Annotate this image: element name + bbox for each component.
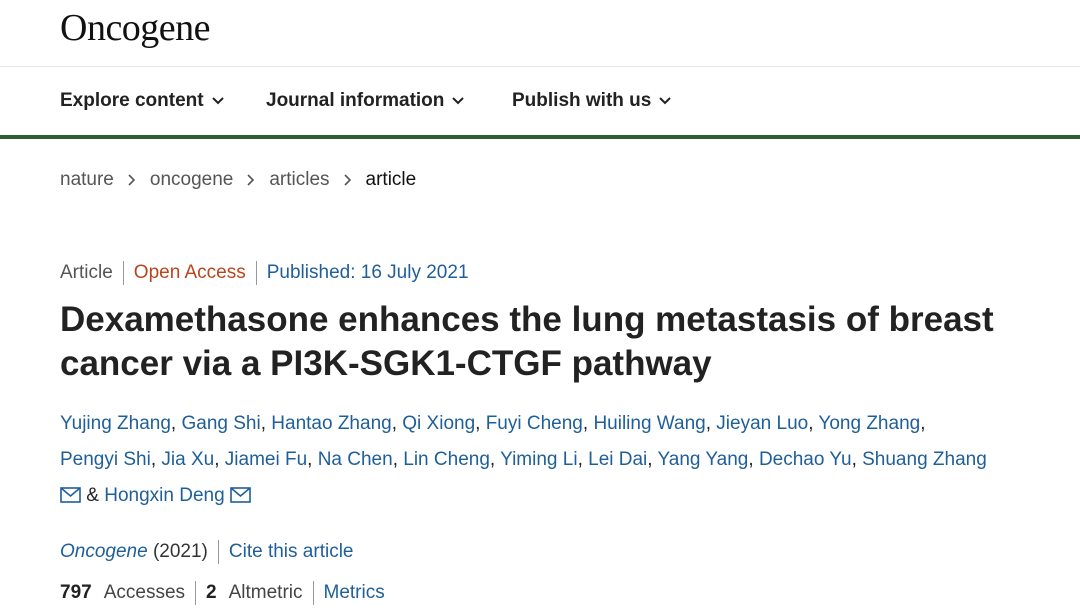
chevron-right-icon: [343, 174, 352, 186]
published-date[interactable]: Published: 16 July 2021: [267, 262, 469, 284]
chevron-down-icon: [659, 97, 672, 105]
divider: [312, 581, 314, 605]
author-link[interactable]: Jiamei Fu: [225, 449, 307, 470]
author-ampersand: &: [86, 485, 99, 506]
author-link[interactable]: Lei Dai: [588, 449, 647, 470]
author-link[interactable]: Shuang Zhang: [862, 449, 987, 470]
article-type: Article: [60, 262, 113, 283]
cite-this-article-link[interactable]: Cite this article: [229, 541, 354, 563]
author-link[interactable]: Hantao Zhang: [271, 413, 391, 434]
author-link[interactable]: Gang Shi: [181, 413, 260, 434]
main-nav: Explore content Journal information Publ…: [0, 67, 1080, 139]
author-link[interactable]: Yong Zhang: [818, 413, 920, 434]
breadcrumb-oncogene[interactable]: oncogene: [150, 169, 233, 191]
nav-journal-information[interactable]: Journal information: [266, 90, 465, 112]
author-link[interactable]: Jieyan Luo: [716, 413, 808, 434]
author-list: Yujing Zhang, Gang Shi, Hantao Zhang, Qi…: [60, 413, 987, 506]
author-link[interactable]: Hongxin Deng: [104, 485, 224, 506]
author-link[interactable]: Yujing Zhang: [60, 413, 171, 434]
chevron-down-icon: [452, 97, 465, 105]
nav-label: Publish with us: [512, 90, 652, 111]
email-icon[interactable]: [230, 487, 251, 503]
chevron-right-icon: [247, 174, 255, 186]
journal-logo[interactable]: Oncogene: [60, 6, 211, 50]
site-header: Oncogene: [0, 0, 1080, 67]
email-icon[interactable]: [60, 487, 81, 503]
author-link[interactable]: Fuyi Cheng: [486, 413, 583, 434]
divider: [217, 540, 219, 564]
title-line-2: cancer via a PI3K-SGK1-CTGF pathway: [60, 344, 712, 383]
breadcrumb-current: article: [365, 169, 417, 190]
journal-name-link[interactable]: Oncogene: [60, 541, 148, 563]
nav-label: Journal information: [266, 90, 445, 111]
breadcrumb-nature[interactable]: nature: [60, 169, 114, 191]
nav-label: Explore content: [60, 90, 204, 111]
title-line-1: Dexamethasone enhances the lung metastas…: [60, 300, 994, 339]
breadcrumb-articles[interactable]: articles: [269, 169, 329, 191]
divider: [195, 581, 197, 605]
author-link[interactable]: Yang Yang: [658, 449, 749, 470]
citation-year: (2021): [147, 541, 208, 562]
article-title: Dexamethasone enhances the lung metastas…: [60, 298, 1040, 386]
author-link[interactable]: Jia Xu: [161, 449, 214, 470]
article-metrics: 797 Accesses 2 Altmetric Metrics: [60, 581, 385, 605]
altmetric-count: 2: [206, 582, 217, 603]
article-meta: Article Open Access Published: 16 July 2…: [60, 261, 469, 285]
accesses-count: 797: [60, 582, 92, 603]
citation-line: Oncogene (2021) Cite this article: [60, 540, 354, 564]
nav-explore-content[interactable]: Explore content: [60, 90, 224, 112]
divider: [122, 261, 124, 285]
breadcrumb: nature oncogene articles article: [60, 169, 416, 191]
altmetric-label: Altmetric: [228, 582, 303, 603]
chevron-down-icon: [211, 97, 224, 105]
divider: [255, 261, 257, 285]
nav-publish-with-us[interactable]: Publish with us: [512, 90, 672, 112]
author-link[interactable]: Lin Cheng: [403, 449, 490, 470]
author-link[interactable]: Huiling Wang: [593, 413, 705, 434]
author-link[interactable]: Pengyi Shi: [60, 449, 151, 470]
author-link[interactable]: Dechao Yu: [759, 449, 852, 470]
author-link[interactable]: Na Chen: [318, 449, 393, 470]
author-link[interactable]: Yiming Li: [500, 449, 577, 470]
chevron-right-icon: [128, 174, 136, 186]
metrics-link[interactable]: Metrics: [324, 582, 385, 604]
accesses-label: Accesses: [103, 582, 186, 603]
author-link[interactable]: Qi Xiong: [402, 413, 475, 434]
open-access-badge: Open Access: [133, 262, 246, 283]
